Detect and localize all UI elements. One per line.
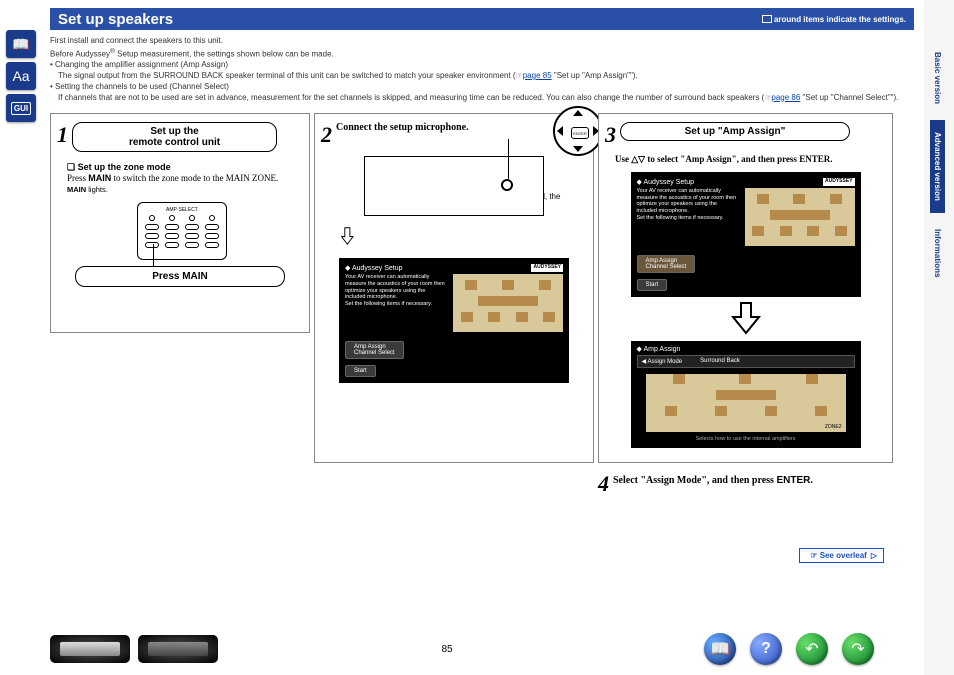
- receiver-illustration: [364, 156, 544, 216]
- intro-sub: The signal output from the SURROUND BACK…: [58, 71, 914, 82]
- screen-footer: Selects how to use the internal amplifie…: [637, 436, 855, 442]
- step-1-title-pill: Set up the remote control unit: [72, 122, 277, 152]
- step-2-panel: 2 Connect the setup microphone. ENTER Wh…: [314, 113, 594, 463]
- step-2-title: Connect the setup microphone.: [336, 122, 469, 133]
- intro-line: Before Audyssey® Setup measurement, the …: [50, 47, 914, 60]
- zone-mode-note: MAIN lights.: [67, 185, 303, 194]
- intro-bullet: • Setting the channels to be used (Chann…: [50, 82, 914, 93]
- dpad-illustration: ENTER: [553, 106, 603, 156]
- step-number: 4: [598, 471, 609, 497]
- help-icon[interactable]: ?: [750, 633, 782, 665]
- speaker-layout-graphic: [745, 188, 855, 246]
- menu-bar: ◀ Assign Mode Surround Back: [637, 355, 855, 368]
- side-tabs: Basic version Advanced version Informati…: [930, 40, 952, 293]
- remote-label: AMP·SELECT: [142, 207, 222, 213]
- audyssey-logo: AUDYSSEY: [823, 178, 855, 186]
- tab-advanced[interactable]: Advanced version: [930, 120, 945, 213]
- step-3-panel: 3 Set up "Amp Assign" Use △▽ to select "…: [598, 113, 893, 463]
- page: 📖 Aa GUI Set up speakers around items in…: [0, 0, 924, 675]
- remote-illustration: AMP·SELECT Press MAIN: [75, 202, 285, 292]
- footer-nav: 📖 ? ↶ ↷: [704, 633, 874, 665]
- glossary-icon[interactable]: Aa: [6, 62, 36, 90]
- screen-button: Start: [345, 365, 376, 377]
- zone-mode-body: Press MAIN to switch the zone mode to th…: [67, 173, 303, 185]
- page-link[interactable]: page 85: [523, 71, 552, 80]
- press-main-callout: Press MAIN: [75, 266, 285, 287]
- page-number: 85: [441, 644, 452, 655]
- contents-icon[interactable]: 📖: [704, 633, 736, 665]
- step-number: 2: [321, 122, 332, 148]
- intro-text: First install and connect the speakers t…: [50, 36, 914, 103]
- zone-mode-heading: ❏ Set up the zone mode: [67, 162, 303, 173]
- intro-bullet: • Changing the amplifier assignment (Amp…: [50, 60, 914, 71]
- step-3-body: Use △▽ to select "Amp Assign", and then …: [615, 154, 886, 166]
- arrow-down-icon: [341, 222, 354, 250]
- remote-mock: AMP·SELECT: [137, 202, 227, 260]
- screen-button: Amp AssignChannel Select: [637, 255, 696, 273]
- step-4-body: Select "Assign Mode", and then press ENT…: [613, 471, 813, 486]
- step-number: 1: [57, 122, 68, 148]
- amp-assign-screen: ◆ Amp Assign ◀ Assign Mode Surround Back…: [631, 341, 861, 448]
- see-overleaf-button[interactable]: ☞ See overleaf▷: [799, 548, 884, 563]
- step-number: 3: [605, 122, 616, 148]
- screen-button: Amp AssignChannel Select: [345, 341, 404, 359]
- step-1-panel: 1 Set up the remote control unit ❏ Set u…: [50, 113, 310, 333]
- intro-line: First install and connect the speakers t…: [50, 36, 914, 47]
- speaker-layout-graphic: ZONE2: [646, 374, 846, 432]
- intro-sub: If channels that are not to be used are …: [58, 93, 914, 104]
- tab-basic[interactable]: Basic version: [930, 40, 945, 116]
- title-right-note: around items indicate the settings.: [762, 15, 906, 24]
- gui-icon[interactable]: GUI: [6, 94, 36, 122]
- audyssey-logo: AUDYSSEY: [531, 264, 563, 272]
- footer: 85 📖 ? ↶ ↷: [0, 629, 894, 669]
- arrow-down-icon: [731, 301, 761, 335]
- screen-button: Start: [637, 279, 668, 291]
- next-icon[interactable]: ↷: [842, 633, 874, 665]
- page-link[interactable]: page 86: [771, 93, 800, 102]
- enter-button-icon: ENTER: [571, 127, 589, 139]
- left-icon-rail: 📖 Aa GUI: [6, 30, 40, 126]
- section-title-bar: Set up speakers around items indicate th…: [50, 8, 914, 30]
- step-4-row: 4 Select "Assign Mode", and then press E…: [598, 471, 893, 497]
- section-title: Set up speakers: [58, 11, 173, 28]
- audyssey-screen: ◆ Audyssey SetupAUDYSSEY Your AV receive…: [631, 172, 861, 297]
- prev-icon[interactable]: ↶: [796, 633, 828, 665]
- step-3-title-pill: Set up "Amp Assign": [620, 122, 850, 141]
- tab-informations[interactable]: Informations: [930, 217, 945, 289]
- device-front-icon[interactable]: [50, 635, 130, 663]
- speaker-layout-graphic: [453, 274, 563, 332]
- steps-columns: 1 Set up the remote control unit ❏ Set u…: [50, 113, 914, 497]
- device-rear-icon[interactable]: [138, 635, 218, 663]
- zone-label: ZONE2: [825, 424, 842, 430]
- audyssey-screen: ◆ Audyssey SetupAUDYSSEY Your AV receive…: [339, 258, 569, 383]
- book-icon[interactable]: 📖: [6, 30, 36, 58]
